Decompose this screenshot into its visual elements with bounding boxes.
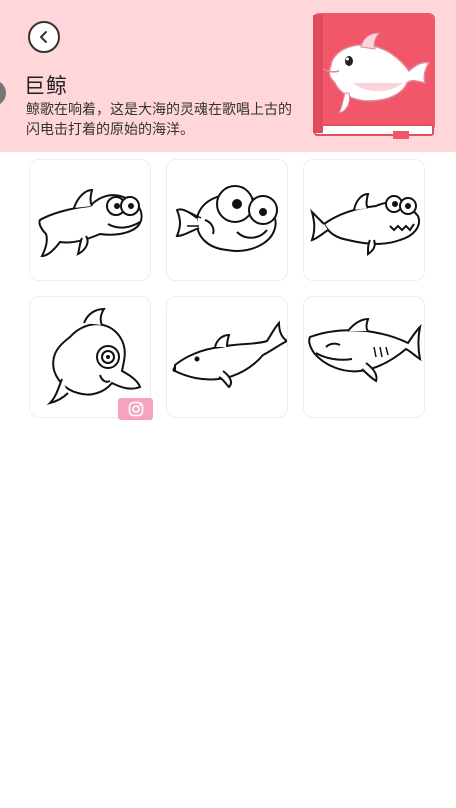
page-title: 巨鲸: [24, 74, 68, 98]
item-card-3[interactable]: [303, 159, 425, 281]
dolphin-book-icon: [313, 13, 435, 139]
dolphin-icon: [172, 320, 287, 389]
header-banner: 巨鲸 鲸歌在响着，这是大海的灵魂在歌唱上古的闪电击打着的原始的海洋。: [0, 0, 456, 152]
page-description: 鲸歌在响着，这是大海的灵魂在歌唱上古的闪电击打着的原始的海洋。: [26, 102, 292, 138]
back-button[interactable]: [28, 21, 60, 53]
chevron-left-icon: [40, 31, 47, 43]
shark-icon: [38, 188, 143, 258]
instagram-badge[interactable]: [118, 398, 153, 420]
item-card-1[interactable]: [29, 159, 151, 281]
side-drawer-handle[interactable]: [0, 80, 6, 106]
shark-realistic-icon: [308, 317, 422, 383]
item-card-6[interactable]: [303, 296, 425, 418]
shark-toothy-icon: [310, 192, 420, 256]
item-card-5[interactable]: [166, 296, 288, 418]
item-card-2[interactable]: [166, 159, 288, 281]
fish-icon: [175, 185, 278, 252]
book-cover: [313, 13, 435, 139]
instagram-icon: [128, 401, 143, 417]
